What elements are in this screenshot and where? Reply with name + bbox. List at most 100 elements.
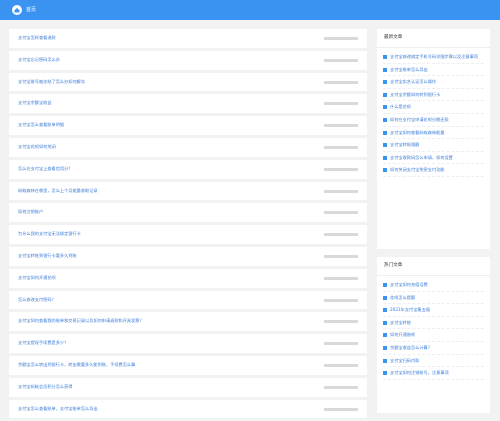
article-row[interactable]: 支付宝怎么查看账单，支付宝账单怎么导出 bbox=[9, 399, 367, 419]
hot-article-item[interactable]: 支付宝如何注销账号，注意事项 bbox=[383, 367, 484, 380]
latest-article-item[interactable]: 支付宝账单怎么导出 bbox=[383, 64, 484, 77]
article-row[interactable]: 支付宝提现手续费是多少？ bbox=[9, 334, 367, 353]
latest-article-link[interactable]: 支付宝如何查看蚂蚁森林能量 bbox=[390, 130, 484, 136]
article-title-link[interactable]: 支付宝如何查看我的账单和交易记录以及如何申请退款和开具发票？ bbox=[18, 312, 144, 331]
article-date bbox=[324, 211, 358, 215]
latest-article-link[interactable]: 支付宝收款码怎么申请，如何设置 bbox=[390, 155, 484, 161]
article-title-link[interactable]: 蚂蚁森林在哪里，怎么上个月能量收取记录 bbox=[18, 182, 98, 201]
hot-article-item[interactable]: 2021年支付宝集五福 bbox=[383, 304, 484, 317]
article-row[interactable]: 支付宝转账到银行卡要多久到账 bbox=[9, 246, 367, 266]
hot-article-link[interactable]: 支付宝转账 bbox=[390, 320, 484, 326]
latest-article-link[interactable]: 支付宝实名认证怎么操作 bbox=[390, 79, 484, 85]
latest-article-item[interactable]: 支付宝收款码怎么申请，如何设置 bbox=[383, 152, 484, 165]
square-bullet-icon bbox=[383, 117, 387, 122]
article-row[interactable]: 为什么我的支付宝无法绑定银行卡 bbox=[9, 225, 367, 244]
article-row[interactable]: 余额宝怎么转出到银行卡，转出需要多久能到账，手续费怎么算 bbox=[9, 355, 367, 375]
article-row[interactable]: 支付宝如何查看我的账单和交易记录以及如何申请退款和开具发票？ bbox=[9, 312, 367, 332]
hot-article-link[interactable]: 支付宝如何注销账号，注意事项 bbox=[390, 370, 484, 376]
latest-article-link[interactable]: 支付宝余额如何转到银行卡 bbox=[390, 92, 484, 98]
article-row[interactable]: 怎么修改支付密码？ bbox=[9, 290, 367, 310]
latest-article-link[interactable]: 支付宝账单怎么导出 bbox=[390, 67, 484, 73]
hot-article-link[interactable]: 2021年支付宝集五福 bbox=[390, 307, 484, 313]
article-title-link[interactable]: 支付宝转账到银行卡要多久到账 bbox=[18, 247, 77, 266]
latest-article-link[interactable]: 支付宝转账限额 bbox=[390, 142, 484, 148]
article-title-link[interactable]: 支付宝怎么查看账单，支付宝账单怎么导出 bbox=[18, 400, 98, 419]
article-row[interactable]: 支付宝花呗如何关闭 bbox=[9, 137, 367, 157]
article-title-link[interactable]: 支付宝忘记密码怎么办 bbox=[18, 51, 60, 70]
square-bullet-icon bbox=[383, 130, 387, 135]
latest-article-item[interactable]: 支付宝实名认证怎么操作 bbox=[383, 76, 484, 89]
article-date bbox=[324, 385, 358, 389]
article-title-link[interactable]: 支付宝如何开通花呗 bbox=[18, 269, 56, 288]
article-row[interactable]: 如何注销账户 bbox=[9, 203, 367, 223]
hot-article-link[interactable]: 余额宝收益怎么计算？ bbox=[390, 345, 484, 351]
hot-article-link[interactable]: 支付宝扫码付款 bbox=[390, 358, 484, 364]
article-row[interactable]: 支付宝账号被冻结了怎么办如何解冻 bbox=[9, 72, 367, 92]
square-bullet-icon bbox=[383, 371, 387, 376]
article-date bbox=[324, 145, 358, 149]
hot-article-item[interactable]: 如何开通借呗 bbox=[383, 329, 484, 342]
square-bullet-icon bbox=[383, 155, 387, 160]
latest-article-link[interactable]: 如何关闭支付宝免密支付功能 bbox=[390, 167, 484, 173]
article-title-link[interactable]: 为什么我的支付宝无法绑定银行卡 bbox=[18, 225, 81, 244]
hot-article-item[interactable]: 余额宝收益怎么计算？ bbox=[383, 342, 484, 355]
hot-articles-title: 热门文章 bbox=[377, 257, 490, 276]
square-bullet-icon bbox=[383, 80, 387, 85]
article-list: 支付宝怎样查看退款 支付宝忘记密码怎么办支付宝账号被冻结了怎么办如何解冻 支付宝余额… bbox=[9, 29, 367, 421]
hot-article-link[interactable]: 花呗怎么提额 bbox=[390, 295, 484, 301]
article-row[interactable]: 支付宝怎么查看账单明细 bbox=[9, 116, 367, 135]
article-title-link[interactable]: 支付宝花呗如何关闭 bbox=[18, 138, 56, 157]
article-title-link[interactable]: 支付宝账号被冻结了怎么办如何解冻 bbox=[18, 73, 85, 92]
latest-article-item[interactable]: 支付宝如何查看蚂蚁森林能量 bbox=[383, 127, 484, 140]
latest-article-item[interactable]: 支付宝转账限额 bbox=[383, 139, 484, 152]
article-row[interactable]: 蚂蚁森林在哪里，怎么上个月能量收取记录 bbox=[9, 181, 367, 201]
article-date bbox=[324, 342, 358, 346]
hot-article-link[interactable]: 如何开通借呗 bbox=[390, 332, 484, 338]
square-bullet-icon bbox=[383, 345, 387, 350]
article-title-link[interactable]: 支付宝怎样查看退款 bbox=[18, 29, 56, 48]
article-date bbox=[324, 233, 358, 237]
article-date bbox=[324, 298, 358, 302]
article-title-link[interactable]: 如何注销账户 bbox=[18, 203, 43, 222]
square-bullet-icon bbox=[383, 308, 387, 313]
article-title-link[interactable]: 支付宝提现手续费是多少？ bbox=[18, 334, 68, 353]
article-date bbox=[324, 58, 358, 62]
latest-article-link[interactable]: 什么是花呗 bbox=[390, 104, 484, 110]
hot-article-item[interactable]: 花呗怎么提额 bbox=[383, 292, 484, 305]
hot-article-item[interactable]: 支付宝如何充值话费 bbox=[383, 279, 484, 292]
square-bullet-icon bbox=[383, 333, 387, 338]
hot-article-link[interactable]: 支付宝如何充值话费 bbox=[390, 282, 484, 288]
article-title-link[interactable]: 支付宝怎么查看账单明细 bbox=[18, 116, 64, 135]
article-date bbox=[324, 254, 358, 258]
hot-articles-list: 支付宝如何充值话费 花呗怎么提额 2021年支付宝集五福 支付宝转账如何开通借呗 余额宝… bbox=[377, 276, 490, 380]
article-row[interactable]: 怎么在支付宝上查看信用分？ bbox=[9, 159, 367, 179]
square-bullet-icon bbox=[383, 105, 387, 110]
hot-article-item[interactable]: 支付宝扫码付款 bbox=[383, 355, 484, 368]
sidebar: 最新文章 支付宝修改绑定手机号码详细步骤以及注意事项 支付宝账单怎么导出 支付宝实名… bbox=[377, 29, 490, 421]
latest-article-item[interactable]: 支付宝余额如何转到银行卡 bbox=[383, 89, 484, 102]
latest-article-item[interactable]: 支付宝修改绑定手机号码详细步骤以及注意事项 bbox=[383, 51, 484, 64]
article-title-link[interactable]: 支付宝余额宝收益 bbox=[18, 94, 52, 113]
home-logo-icon[interactable] bbox=[12, 5, 22, 15]
article-date bbox=[324, 167, 358, 171]
article-row[interactable]: 支付宝忘记密码怎么办 bbox=[9, 50, 367, 70]
article-date bbox=[324, 102, 358, 106]
hot-article-item[interactable]: 支付宝转账 bbox=[383, 317, 484, 330]
article-title-link[interactable]: 怎么在支付宝上查看信用分？ bbox=[18, 160, 72, 179]
article-title-link[interactable]: 支付宝蚂蚁会员积分怎么获得 bbox=[18, 378, 72, 397]
article-title-link[interactable]: 余额宝怎么转出到银行卡，转出需要多久能到账，手续费怎么算 bbox=[18, 356, 135, 375]
article-row[interactable]: 支付宝如何开通花呗 bbox=[9, 268, 367, 288]
latest-article-item[interactable]: 什么是花呗 bbox=[383, 101, 484, 114]
latest-article-item[interactable]: 如何在支付宝申请花呗分期还款 bbox=[383, 114, 484, 127]
home-link[interactable]: 首页 bbox=[26, 4, 36, 16]
house-icon bbox=[14, 8, 20, 13]
latest-article-link[interactable]: 如何在支付宝申请花呗分期还款 bbox=[390, 117, 484, 123]
square-bullet-icon bbox=[383, 143, 387, 148]
article-row[interactable]: 支付宝蚂蚁会员积分怎么获得 bbox=[9, 377, 367, 397]
latest-article-item[interactable]: 如何关闭支付宝免密支付功能 bbox=[383, 164, 484, 177]
article-row[interactable]: 支付宝怎样查看退款 bbox=[9, 29, 367, 48]
article-date bbox=[324, 80, 358, 84]
article-row[interactable]: 支付宝余额宝收益 bbox=[9, 94, 367, 114]
article-title-link[interactable]: 怎么修改支付密码？ bbox=[18, 291, 56, 310]
latest-article-link[interactable]: 支付宝修改绑定手机号码详细步骤以及注意事项 bbox=[390, 54, 484, 60]
